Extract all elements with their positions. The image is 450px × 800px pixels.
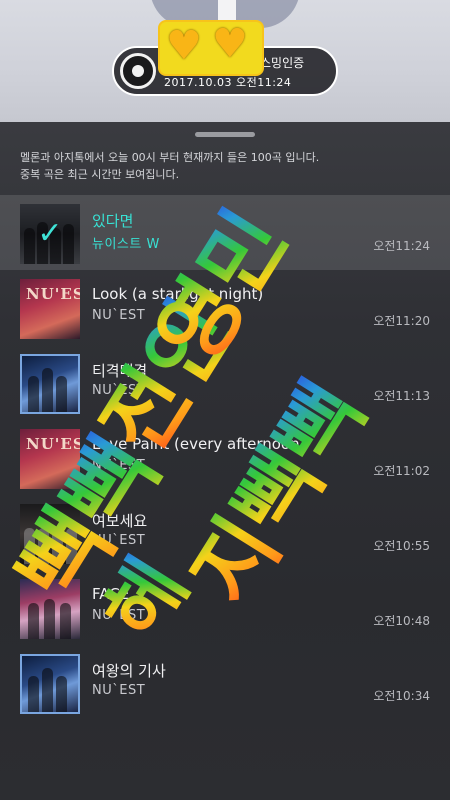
song-title: Look (a starlight night) — [92, 285, 264, 303]
song-row[interactable]: 티격태격 NU`EST 오전11:13 — [0, 345, 450, 420]
song-time: 오전11:24 — [373, 239, 430, 253]
album-art — [20, 654, 80, 714]
heart-icon: ♥ — [212, 21, 248, 67]
song-row[interactable]: ✓ 있다면 뉴이스트 W 오전11:24 — [0, 195, 450, 270]
album-art — [20, 504, 80, 564]
song-title: 여보세요 — [92, 512, 148, 530]
song-row[interactable]: NU'EST Love Paint (every afternoon) NU`E… — [0, 420, 450, 495]
album-art: NU'EST — [20, 279, 80, 339]
song-title: 있다면 — [92, 212, 134, 230]
album-logo: NU'EST — [26, 285, 80, 303]
song-title: 티격태격 — [92, 362, 148, 380]
song-time: 오전10:55 — [373, 539, 430, 553]
now-playing-area: 스밍인증 2017.10.03 오전11:24 ♥ ♥ — [0, 0, 450, 122]
album-art — [20, 579, 80, 639]
now-playing-datetime: 2017.10.03 오전11:24 — [164, 76, 292, 89]
heart-icon: ♥ — [166, 23, 202, 69]
song-title: FACE — [92, 585, 130, 603]
song-artist: NU`EST — [92, 458, 146, 473]
vinyl-record-icon — [120, 53, 156, 89]
song-artist: 뉴이스트 W — [92, 237, 160, 252]
history-notice: 멜론과 아지톡에서 오늘 00시 부터 현재까지 들은 100곡 입니다. 중복… — [20, 149, 440, 183]
song-artist: NU`EST — [92, 608, 146, 623]
song-title: Love Paint (every afternoon) — [92, 435, 306, 453]
song-artist: NU`EST — [92, 533, 146, 548]
song-row[interactable]: 여보세요 NU`EST 오전10:55 — [0, 495, 450, 570]
song-title: 여왕의 기사 — [92, 662, 166, 680]
notice-line: 중복 곡은 최근 시간만 보여집니다. — [20, 168, 180, 181]
heart-sticker: ♥ ♥ — [158, 20, 264, 76]
album-art — [20, 354, 80, 414]
song-row[interactable]: FACE NU`EST 오전10:48 — [0, 570, 450, 645]
song-time: 오전11:02 — [373, 464, 430, 478]
sheet-drag-handle[interactable] — [195, 132, 255, 137]
song-time: 오전11:20 — [373, 314, 430, 328]
album-logo: NU'EST — [26, 435, 80, 453]
song-artist: NU`EST — [92, 683, 146, 698]
song-artist: NU`EST — [92, 383, 146, 398]
song-row[interactable]: NU'EST Look (a starlight night) NU`EST 오… — [0, 270, 450, 345]
song-time: 오전11:13 — [373, 389, 430, 403]
notice-line: 멜론과 아지톡에서 오늘 00시 부터 현재까지 들은 100곡 입니다. — [20, 151, 320, 164]
song-row[interactable]: 여왕의 기사 NU`EST 오전10:34 — [0, 645, 450, 720]
now-playing-title: 스밍인증 — [260, 56, 305, 70]
song-history-sheet: 멜론과 아지톡에서 오늘 00시 부터 현재까지 들은 100곡 입니다. 중복… — [0, 122, 450, 800]
song-artist: NU`EST — [92, 308, 146, 323]
song-time: 오전10:48 — [373, 614, 430, 628]
song-time: 오전10:34 — [373, 689, 430, 703]
album-art: NU'EST — [20, 429, 80, 489]
check-icon: ✓ — [20, 204, 80, 264]
